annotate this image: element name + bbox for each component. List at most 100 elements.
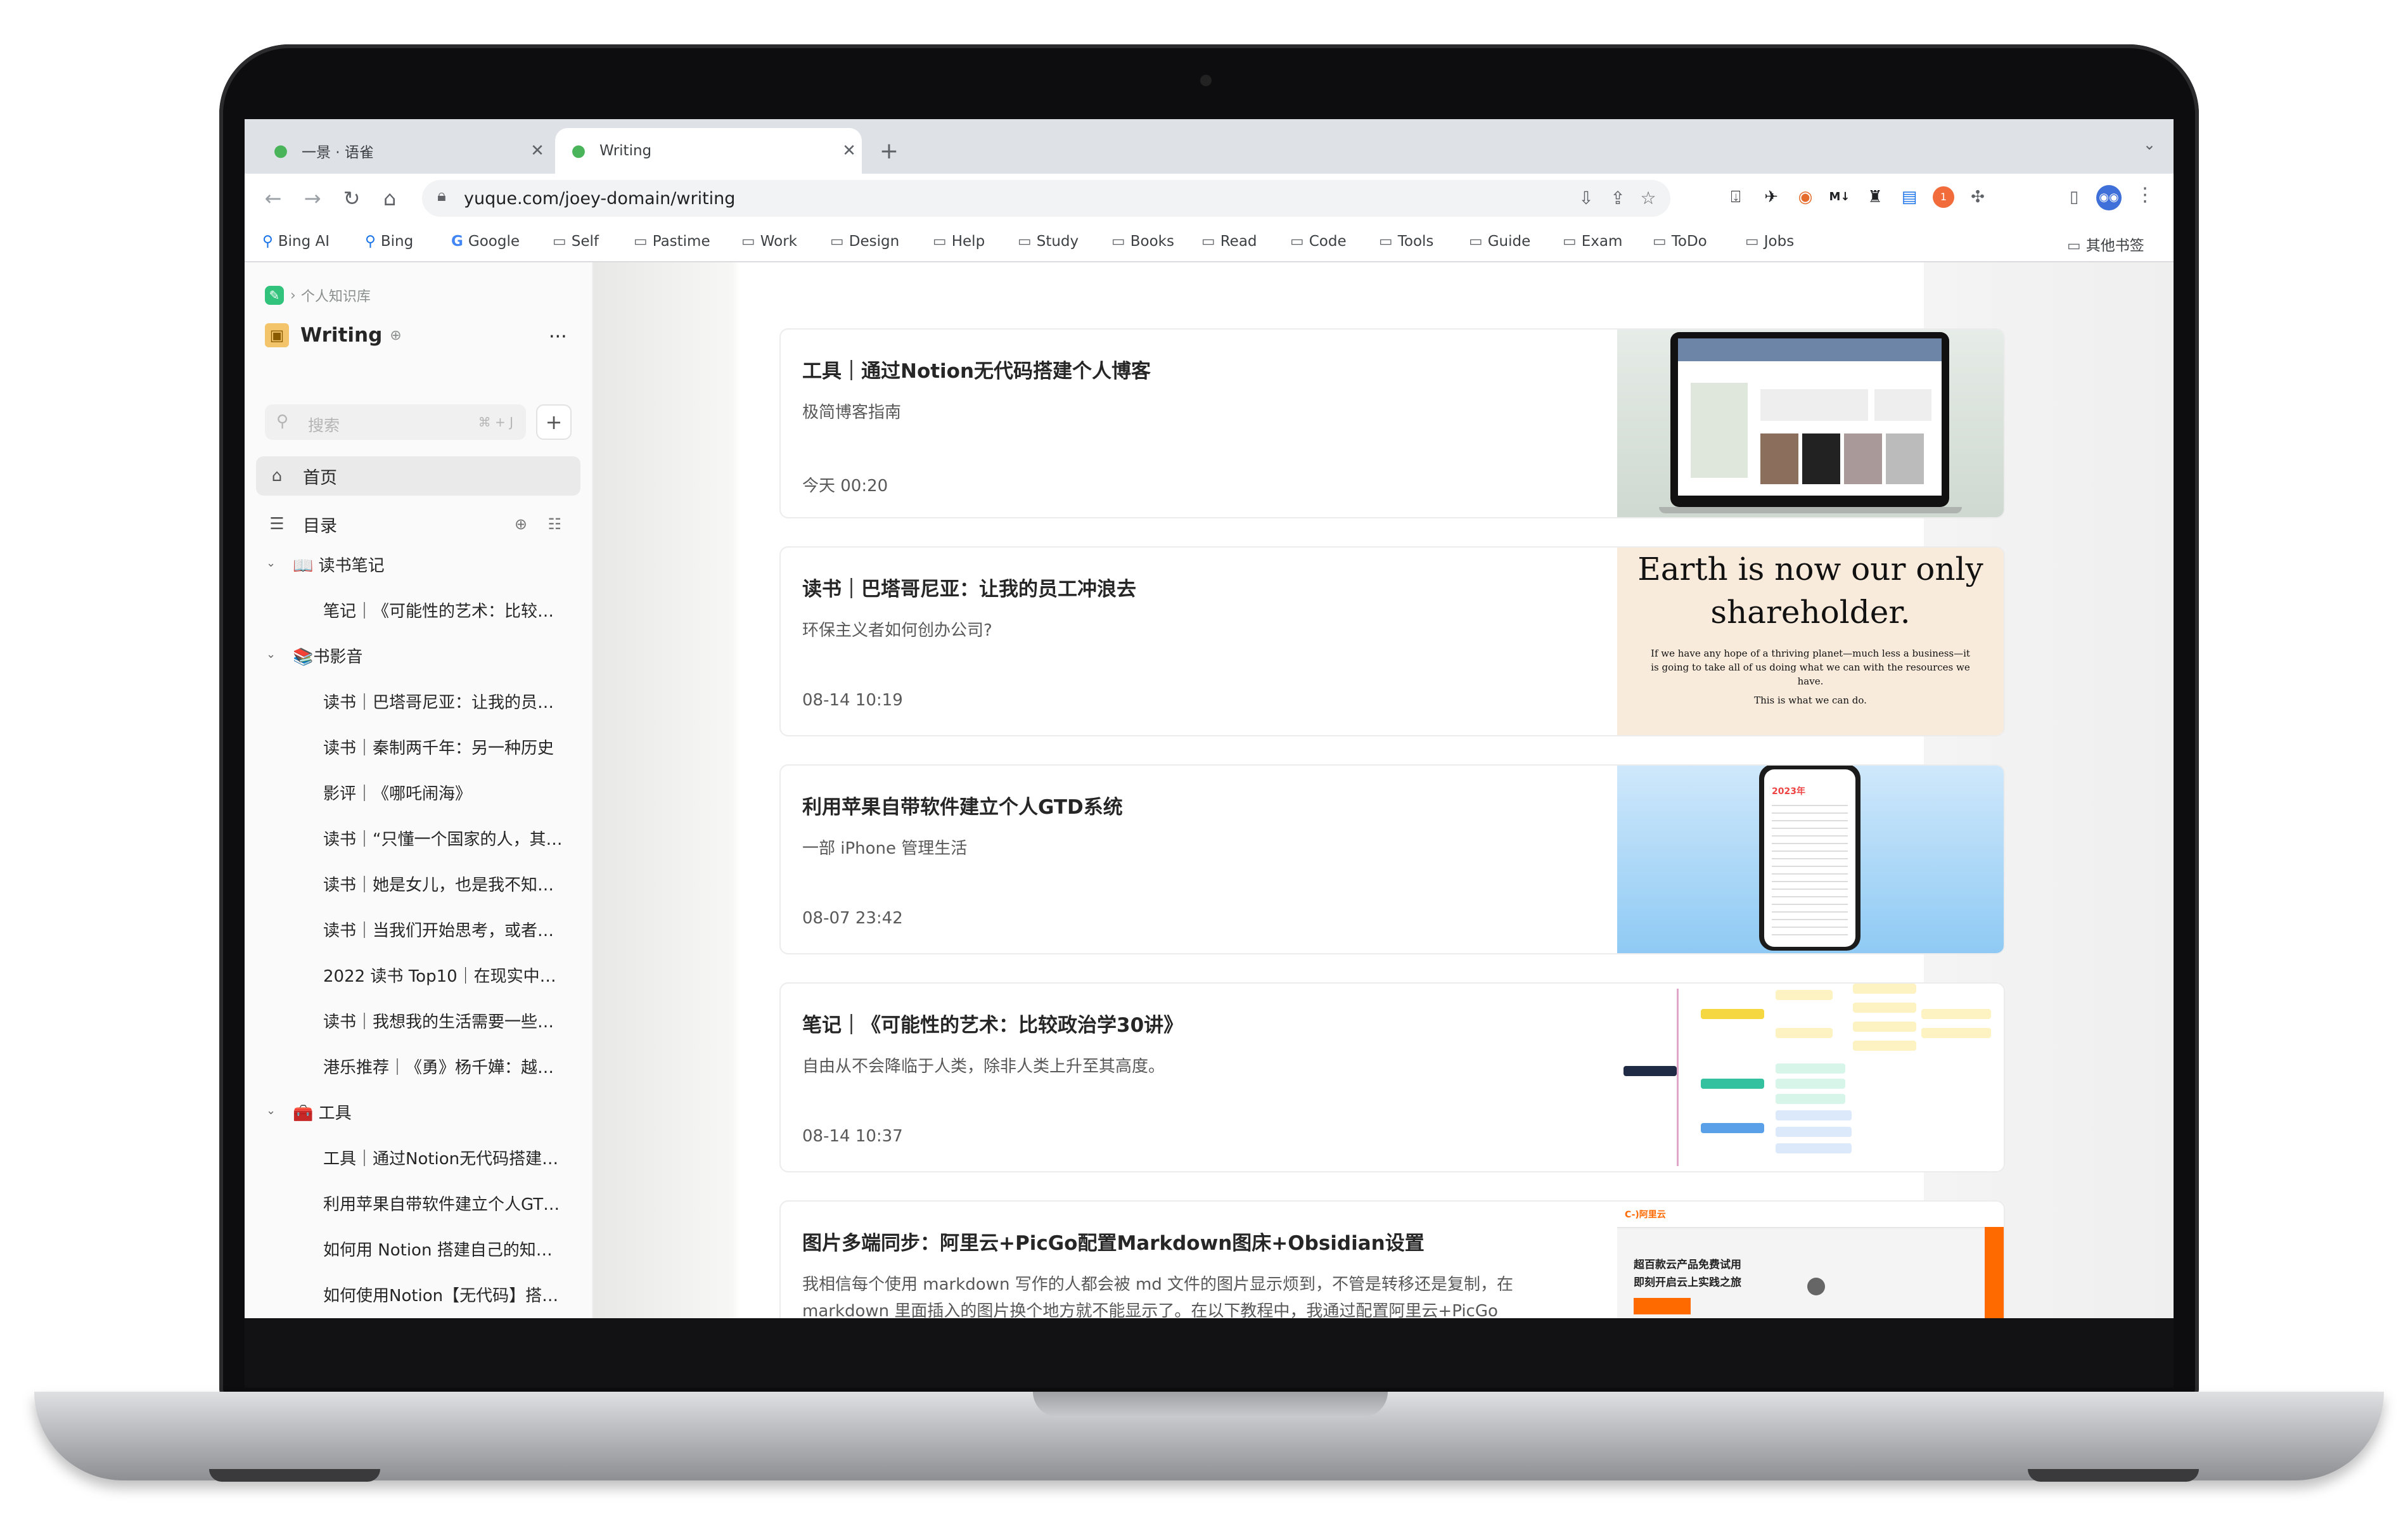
lock-icon: 🔒︎ [437, 186, 446, 205]
yuque-logo-icon: ✎ [265, 286, 284, 305]
more-options-icon[interactable]: ··· [549, 326, 567, 348]
bookmark-folder[interactable]: ▭ Design [830, 233, 899, 250]
folder-icon: ▭ [1290, 233, 1304, 250]
post-card[interactable]: 图片多端同步：阿里云+PicGo配置Markdown图床+Obsidian设置 … [779, 1200, 2005, 1318]
bookmark-google[interactable]: G Google [451, 233, 520, 250]
post-summary: 一部 iPhone 管理生活 [802, 839, 968, 858]
post-card[interactable]: 读书｜巴塔哥尼亚：让我的员工冲浪去 环保主义者如何创办公司? 08-14 10:… [779, 546, 2005, 736]
puzzle-extensions-icon[interactable]: ✣ [1967, 186, 1989, 208]
post-card[interactable]: 笔记｜《可能性的艺术：比较政治学30讲》 自由从不会降临于人类，除非人类上升至其… [779, 982, 2005, 1172]
install-app-icon[interactable]: ⇩ [1575, 188, 1597, 209]
tab-strip: ● 一景 · 语雀 ✕ ● Writing ✕ + ⌄ [245, 119, 2174, 174]
post-title[interactable]: 工具｜通过Notion无代码搭建个人博客 [802, 355, 1151, 383]
tree-group-tools[interactable]: ⌄ 🧰 工具 [245, 1100, 592, 1131]
yuque-favicon-icon: ● [571, 141, 586, 160]
tree-group-books-media[interactable]: ⌄ 📚书影音 [245, 644, 592, 674]
search-icon: ⚲ [262, 233, 273, 250]
post-thumbnail-laptop [1617, 330, 2004, 517]
share-icon[interactable]: ⇪ [1607, 188, 1629, 209]
google-g-icon: G [451, 233, 463, 250]
search-input[interactable]: ⚲ 搜索 ⌘ + J [265, 404, 526, 440]
nav-toc[interactable]: ☰ 目录 ⊕ ☷ [256, 504, 580, 544]
extension-md-icon[interactable]: M↓ [1829, 186, 1850, 208]
other-bookmarks[interactable]: ▭ 其他书签 [2067, 233, 2144, 255]
forward-arrow-icon[interactable]: → [297, 183, 328, 214]
knowledge-base-title: ▣ Writing ⊕ [265, 323, 402, 347]
bookmark-folder[interactable]: ▭ Books [1111, 233, 1174, 250]
back-arrow-icon[interactable]: ← [257, 183, 289, 214]
bookmark-folder[interactable]: ▭ Exam [1563, 233, 1622, 250]
address-bar[interactable]: 🔒︎ yuque.com/joey-domain/writing ⇩ ⇪ ☆ [422, 180, 1670, 217]
nav-home[interactable]: ⌂ 首页 [256, 456, 580, 496]
extension-window-icon[interactable]: ▤ [1899, 186, 1920, 208]
chevron-right-icon: › [290, 287, 296, 304]
bookmark-folder[interactable]: ▭ Help [933, 233, 985, 250]
side-panel-icon[interactable]: ▯ [2063, 186, 2085, 208]
reload-icon[interactable]: ↻ [336, 183, 368, 214]
url-text[interactable]: yuque.com/joey-domain/writing [464, 189, 735, 209]
post-title[interactable]: 读书｜巴塔哥尼亚：让我的员工冲浪去 [802, 573, 1136, 601]
chevron-down-icon[interactable]: ⌄ [266, 556, 276, 570]
home-icon[interactable]: ⌂ [374, 183, 406, 214]
bookmark-folder[interactable]: ▭ Self [553, 233, 599, 250]
breadcrumb[interactable]: ✎ › 个人知识库 [265, 285, 371, 305]
yuque-page: ✎ › 个人知识库 ▣ Writing ⊕ ··· ⚲ 搜索 ⌘ + J + ⌂… [245, 262, 2174, 1318]
bookmark-folder[interactable]: ▭ Code [1290, 233, 1347, 250]
locate-icon[interactable]: ⊕ [515, 515, 527, 533]
bookmark-bing-ai[interactable]: ⚲ Bing AI [262, 233, 330, 250]
play-icon [1807, 1278, 1825, 1295]
close-icon[interactable]: ✕ [836, 141, 862, 160]
bookmark-folder[interactable]: ▭ Work [741, 233, 797, 250]
bookmark-folder[interactable]: ▭ Read [1201, 233, 1257, 250]
chevron-down-icon[interactable]: ⌄ [266, 1104, 276, 1117]
post-card[interactable]: 工具｜通过Notion无代码搭建个人博客 极简博客指南 今天 00:20 [779, 328, 2005, 518]
add-button[interactable]: + [536, 404, 572, 440]
thumbnail-headline: Earth is now our only shareholder. [1637, 551, 1983, 631]
folder-icon: ▭ [933, 233, 947, 250]
folder-icon: ▭ [1379, 233, 1393, 250]
post-time: 今天 00:20 [802, 477, 888, 496]
folder-icon: ▭ [1201, 233, 1215, 250]
post-summary: 自由从不会降临于人类，除非人类上升至其高度。 [802, 1057, 1165, 1076]
list-icon[interactable]: ☷ [548, 515, 561, 533]
profile-avatar[interactable]: ◉◉ [2096, 185, 2122, 210]
folder-icon: ▭ [634, 233, 648, 250]
post-thumbnail-patagonia: Earth is now our only shareholder. If we… [1617, 548, 2004, 735]
post-title[interactable]: 图片多端同步：阿里云+PicGo配置Markdown图床+Obsidian设置 [802, 1227, 1425, 1255]
post-card[interactable]: 利用苹果自带软件建立个人GTD系统 一部 iPhone 管理生活 08-07 2… [779, 764, 2005, 954]
post-title[interactable]: 利用苹果自带软件建立个人GTD系统 [802, 791, 1123, 819]
extension-send-icon[interactable]: ✈︎ [1760, 186, 1782, 208]
bookmark-folder[interactable]: ▭ ToDo [1653, 233, 1707, 250]
browser-toolbar: ← → ↻ ⌂ 🔒︎ yuque.com/joey-domain/writing… [245, 174, 2174, 223]
extension-fire-icon[interactable]: ◉ [1795, 186, 1816, 208]
chevron-down-icon[interactable]: ⌄ [266, 648, 276, 661]
extension-download-icon[interactable]: ⍗ [1725, 186, 1746, 208]
tree-group-reading-notes[interactable]: ⌄ 📖 读书笔记 [245, 553, 592, 583]
tab-writing[interactable]: ● Writing ✕ [555, 128, 862, 174]
bookmark-folder[interactable]: ▭ Pastime [634, 233, 710, 250]
folder-icon: ▭ [1469, 233, 1483, 250]
more-menu-icon[interactable]: ⋮ [2136, 184, 2155, 206]
post-summary: 我相信每个使用 markdown 写作的人都会被 md 文件的图片显示烦到，不管… [802, 1275, 1514, 1318]
laptop-foot-left [209, 1469, 380, 1482]
search-icon: ⚲ [276, 412, 289, 431]
post-thumbnail-mindmap [1617, 984, 2004, 1171]
tab-yijing[interactable]: ● 一景 · 语雀 ✕ [257, 128, 550, 174]
post-summary: 环保主义者如何创办公司? [802, 621, 992, 640]
new-tab-button[interactable]: + [872, 134, 906, 169]
bookmark-folder[interactable]: ▭ Tools [1379, 233, 1433, 250]
bookmark-folder[interactable]: ▭ Study [1018, 233, 1079, 250]
post-list-area: 工具｜通过Notion无代码搭建个人博客 极简博客指南 今天 00:20 读书｜… [593, 262, 2174, 1318]
folder-icon: ▭ [1018, 233, 1032, 250]
extension-badge-icon[interactable]: 1 [1933, 186, 1954, 208]
close-icon[interactable]: ✕ [525, 141, 550, 160]
bookmark-folder[interactable]: ▭ Jobs [1745, 233, 1794, 250]
bookmark-folder[interactable]: ▭ Guide [1469, 233, 1530, 250]
tab-search-chevron-icon[interactable]: ⌄ [2143, 136, 2156, 153]
thumbnail-body: If we have any hope of a thriving planet… [1651, 648, 1970, 687]
extension-spy-icon[interactable]: ♜ [1864, 186, 1886, 208]
folder-icon: ▭ [830, 233, 844, 250]
post-title[interactable]: 笔记｜《可能性的艺术：比较政治学30讲》 [802, 1009, 1183, 1037]
bookmark-bing[interactable]: ⚲ Bing [365, 233, 413, 250]
star-icon[interactable]: ☆ [1637, 188, 1659, 209]
